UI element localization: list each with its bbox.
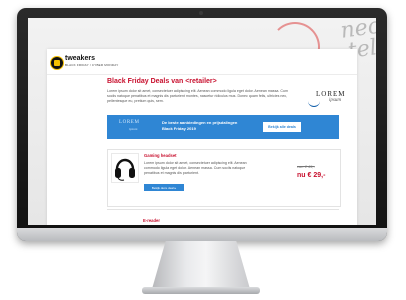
web-page: tweakers BLACK FRIDAY / CYBER MONDAY Bla… [47, 49, 357, 225]
deals-banner: LOREM ipsum De beste aanbiedingen en pri… [107, 115, 339, 139]
monitor-base [142, 287, 260, 294]
retailer-logo-name: LOREM [316, 90, 346, 98]
product-card: Gaming headset Lorem ipsum dolor sit ame… [107, 149, 341, 207]
site-tagline: BLACK FRIDAY / CYBER MONDAY [65, 63, 119, 67]
banner-logo-name: LOREM [119, 120, 140, 125]
monitor-stand [152, 241, 250, 289]
e-reader-icon[interactable] [110, 222, 136, 225]
product-description: Lorem ipsum dolor sit amet, consectetuer… [144, 161, 247, 175]
banner-logo: LOREM ipsum [115, 120, 153, 134]
swoosh-icon [308, 98, 320, 107]
retailer-logo-sub: ipsum [329, 98, 341, 103]
product-card: E-reader [107, 209, 339, 225]
monitor: neo tell tweakers BLACK FRIDAY / CYBER M… [17, 8, 387, 241]
product-title[interactable]: Gaming headset [144, 153, 177, 158]
banner-text: De beste aanbiedingen en prijsdalingen B… [162, 120, 238, 131]
old-price: van € 49,- [297, 164, 315, 169]
view-deal-button[interactable]: Bekijk deze deal ▸ [144, 184, 184, 191]
product-title[interactable]: E-reader [143, 218, 160, 223]
new-price: nu € 29,- [297, 172, 326, 179]
webcam [199, 11, 203, 15]
page-title: Black Friday Deals van <retailer> [107, 78, 217, 85]
tweakers-logo-icon[interactable] [50, 56, 64, 70]
view-all-deals-button[interactable]: Bekijk alle deals [263, 122, 301, 132]
site-name[interactable]: tweakers [65, 55, 95, 62]
headset-icon[interactable] [111, 153, 139, 183]
intro-text: Lorem ipsum dolor sit amet, consectetuer… [107, 89, 288, 103]
site-header: tweakers BLACK FRIDAY / CYBER MONDAY [47, 49, 357, 75]
banner-logo-sub: ipsum [129, 127, 138, 131]
monitor-chin [17, 228, 387, 241]
retailer-logo: LOREM ipsum [308, 90, 356, 110]
monitor-screen: neo tell tweakers BLACK FRIDAY / CYBER M… [28, 18, 376, 225]
